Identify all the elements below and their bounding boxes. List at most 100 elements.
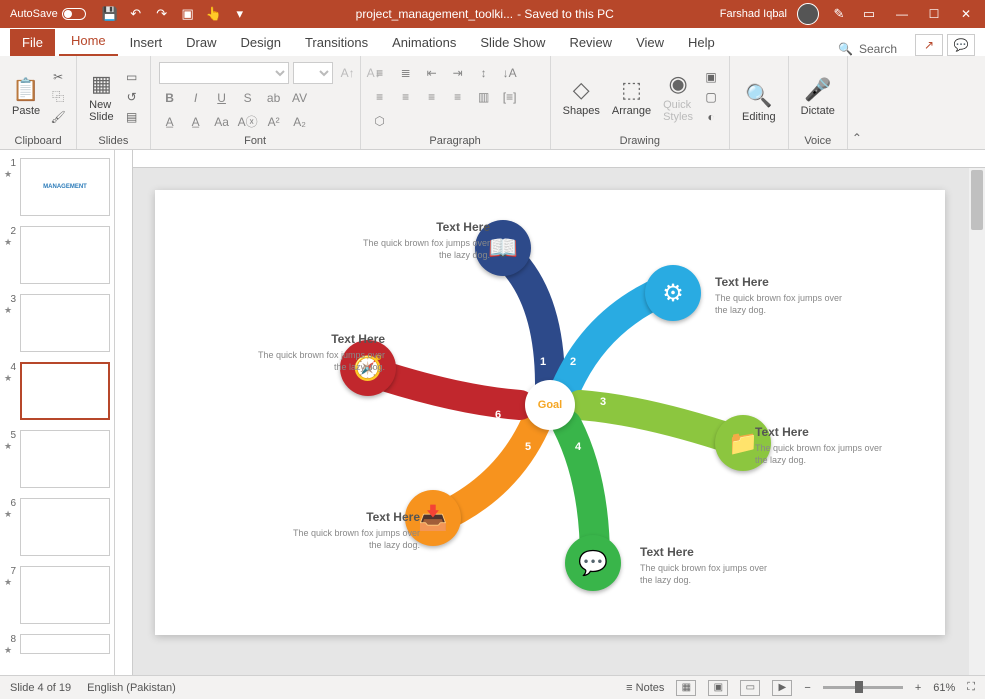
tab-help[interactable]: Help [676,29,727,56]
indent-inc-icon[interactable]: ⇥ [447,63,469,83]
change-case-icon[interactable]: Aa [211,112,233,132]
slide-canvas[interactable]: 1 2 3 4 5 6 Goal 📖 ⚙ 📁 💬 📥 🧭 Text HereTh… [155,190,945,635]
qat-more-icon[interactable]: ▾ [230,4,250,24]
text-direction-icon[interactable]: ↓A [499,63,521,83]
section-icon[interactable]: ▤ [122,108,142,126]
dictate-button[interactable]: 🎤Dictate [797,75,839,119]
zoom-slider[interactable] [823,686,903,689]
numbering-icon[interactable]: ≣ [395,63,417,83]
tab-review[interactable]: Review [557,29,624,56]
slide-counter[interactable]: Slide 4 of 19 [10,682,71,694]
editing-button[interactable]: 🔍Editing [738,81,780,125]
zoom-level[interactable]: 61% [933,682,955,694]
search-button[interactable]: 🔍 Search [828,42,907,56]
text-block-1[interactable]: Text HereThe quick brown fox jumps over … [350,220,490,261]
undo-icon[interactable]: ↶ [126,4,146,24]
zoom-in-icon[interactable]: + [915,682,921,694]
thumbnail-6[interactable]: 6★ [4,498,110,556]
underline-icon[interactable]: U [211,88,233,108]
normal-view-icon[interactable]: ▦ [676,680,696,696]
text-block-2[interactable]: Text HereThe quick brown fox jumps over … [715,275,855,316]
zoom-out-icon[interactable]: − [804,682,810,694]
justify-icon[interactable]: ≡ [447,87,469,107]
share-icon[interactable]: ↗ [915,34,943,56]
font-color-icon[interactable]: A̲ [159,112,181,132]
shapes-button[interactable]: ◇Shapes [559,75,604,119]
icon-chat[interactable]: 💬 [565,535,621,591]
notes-button[interactable]: ≡ Notes [626,682,664,694]
reading-view-icon[interactable]: ▭ [740,680,760,696]
copy-icon[interactable]: ⿻ [48,88,68,106]
bold-icon[interactable]: B [159,88,181,108]
strike-icon[interactable]: S [237,88,259,108]
thumbnail-5[interactable]: 5★ [4,430,110,488]
collapse-ribbon-icon[interactable]: ⌃ [848,56,866,149]
thumbnail-8[interactable]: 8★ [4,634,110,656]
italic-icon[interactable]: I [185,88,207,108]
text-block-4[interactable]: Text HereThe quick brown fox jumps over … [640,545,780,586]
text-block-5[interactable]: Text HereThe quick brown fox jumps over … [280,510,420,551]
font-name-select[interactable] [159,62,289,84]
comments-icon[interactable]: 💬 [947,34,975,56]
scrollbar-vertical[interactable] [969,168,985,675]
thumbnail-3[interactable]: 3★ [4,294,110,352]
tab-design[interactable]: Design [229,29,293,56]
autosave-toggle[interactable]: AutoSave [4,8,92,20]
clear-format-icon[interactable]: Aⓧ [237,112,259,132]
smartart-icon[interactable]: ⬡ [369,111,391,131]
grow-font-icon[interactable]: A↑ [337,63,359,83]
format-painter-icon[interactable]: 🖌 [48,108,68,126]
thumbnail-4[interactable]: 4★ [4,362,110,420]
thumbnail-1[interactable]: 1★MANAGEMENT [4,158,110,216]
avatar[interactable] [797,3,819,25]
font-size-select[interactable] [293,62,333,84]
language-status[interactable]: English (Pakistan) [87,682,176,694]
tab-animations[interactable]: Animations [380,29,468,56]
align-text-icon[interactable]: [≡] [499,87,521,107]
icon-gear[interactable]: ⚙ [645,265,701,321]
minimize-icon[interactable]: — [887,4,917,24]
superscript-icon[interactable]: A² [263,112,285,132]
shape-effects-icon[interactable]: ◐ [701,108,721,126]
fit-window-icon[interactable]: ⛶ [967,681,975,694]
tab-transitions[interactable]: Transitions [293,29,380,56]
tab-home[interactable]: Home [59,27,118,56]
draw-magic-icon[interactable]: ✎ [829,4,849,24]
cut-icon[interactable]: ✂ [48,68,68,86]
slide-editor[interactable]: 1 2 3 4 5 6 Goal 📖 ⚙ 📁 💬 📥 🧭 Text HereTh… [115,150,985,675]
layout-icon[interactable]: ▭ [122,68,142,86]
tab-file[interactable]: File [10,29,55,56]
maximize-icon[interactable]: ☐ [919,4,949,24]
highlight-icon[interactable]: A̲ [185,112,207,132]
text-block-6[interactable]: Text HereThe quick brown fox jumps over … [245,332,385,373]
columns-icon[interactable]: ▥ [473,87,495,107]
bullets-icon[interactable]: ≡ [369,63,391,83]
sorter-view-icon[interactable]: ▣ [708,680,728,696]
slideshow-view-icon[interactable]: ▶ [772,680,792,696]
tab-draw[interactable]: Draw [174,29,228,56]
tab-insert[interactable]: Insert [118,29,175,56]
tab-slideshow[interactable]: Slide Show [468,29,557,56]
arrange-button[interactable]: ⬚Arrange [608,75,655,119]
ribbon-display-icon[interactable]: ▭ [859,4,879,24]
slideshow-start-icon[interactable]: ▣ [178,4,198,24]
text-block-3[interactable]: Text HereThe quick brown fox jumps over … [755,425,895,466]
spacing-icon[interactable]: AV [289,88,311,108]
scrollbar-thumb[interactable] [971,170,983,230]
goal-center[interactable]: Goal [525,380,575,430]
paste-button[interactable]: 📋 Paste [8,75,44,119]
quick-styles-button[interactable]: ◉Quick Styles [659,69,697,125]
indent-dec-icon[interactable]: ⇤ [421,63,443,83]
touch-mode-icon[interactable]: 👆 [204,4,224,24]
save-icon[interactable]: 💾 [100,4,120,24]
line-spacing-icon[interactable]: ↕ [473,63,495,83]
align-center-icon[interactable]: ≡ [395,87,417,107]
new-slide-button[interactable]: ▦ New Slide [85,69,117,125]
close-icon[interactable]: ✕ [951,4,981,24]
thumbnail-7[interactable]: 7★ [4,566,110,624]
redo-icon[interactable]: ↷ [152,4,172,24]
align-left-icon[interactable]: ≡ [369,87,391,107]
subscript-icon[interactable]: A₂ [289,112,311,132]
tab-view[interactable]: View [624,29,676,56]
thumbnail-2[interactable]: 2★ [4,226,110,284]
